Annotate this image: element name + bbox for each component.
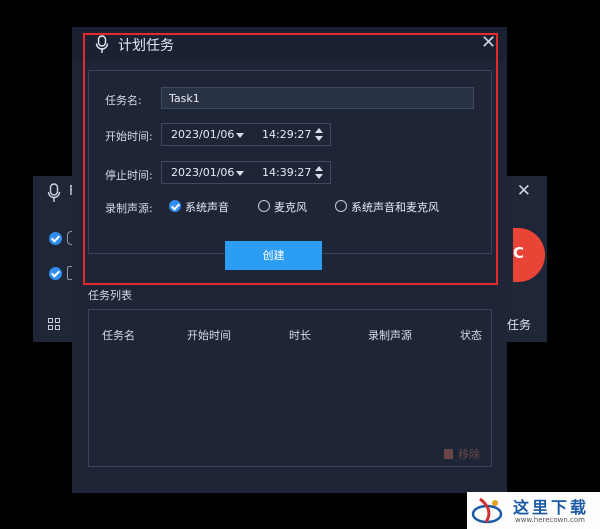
audio-source-label: 录制声源: xyxy=(105,202,153,215)
start-date-value[interactable]: 2023/01/06 xyxy=(171,128,234,141)
chevron-down-icon[interactable] xyxy=(236,171,244,176)
watermark-title: 这里下载 xyxy=(513,498,590,517)
tasks-link[interactable]: 任务 xyxy=(507,316,531,333)
close-icon[interactable]: ✕ xyxy=(481,32,497,54)
site-watermark: 这里下载 www.herecown.com xyxy=(467,492,600,529)
stop-time-value[interactable]: 14:39:27 xyxy=(262,166,311,179)
radio-unchecked-icon[interactable] xyxy=(258,200,270,212)
checkbox-checked[interactable] xyxy=(49,267,62,280)
chevron-down-icon[interactable] xyxy=(236,133,244,138)
column-header-status[interactable]: 状态 xyxy=(460,327,482,343)
dialog-title: 计划任务 xyxy=(118,38,174,54)
task-name-label: 任务名: xyxy=(105,94,142,107)
column-header-audio-source[interactable]: 录制声源 xyxy=(368,327,412,343)
record-button[interactable]: C xyxy=(513,228,545,282)
stop-date-value[interactable]: 2023/01/06 xyxy=(171,166,234,179)
watermark-url: www.herecown.com xyxy=(515,516,585,524)
column-header-start-time[interactable]: 开始时间 xyxy=(187,327,231,343)
radio-unchecked-icon[interactable] xyxy=(335,200,347,212)
dialog-header: 计划任务 ✕ xyxy=(72,27,507,61)
task-name-input[interactable] xyxy=(161,87,474,109)
task-list-table: 任务名 开始时间 时长 录制声源 状态 移除 xyxy=(88,309,492,467)
grid-icon[interactable] xyxy=(48,318,61,331)
microphone-icon xyxy=(95,35,109,53)
column-header-duration[interactable]: 时长 xyxy=(289,327,311,343)
trash-icon xyxy=(444,449,453,459)
start-datetime-picker[interactable]: 2023/01/06 14:29:27 xyxy=(161,123,331,146)
start-time-value[interactable]: 14:29:27 xyxy=(262,128,311,141)
task-list-title: 任务列表 xyxy=(88,289,132,302)
remove-button[interactable]: 移除 xyxy=(444,446,480,462)
time-spinner-icon[interactable] xyxy=(315,166,323,180)
stop-time-label: 停止时间: xyxy=(105,169,153,182)
create-button[interactable]: 创建 xyxy=(225,241,322,270)
schedule-task-dialog: 计划任务 ✕ 任务名: 开始时间: 2023/01/06 14:29:27 停止… xyxy=(72,27,507,493)
background-close-icon[interactable]: ✕ xyxy=(517,181,531,201)
column-header-task-name[interactable]: 任务名 xyxy=(102,327,135,343)
site-logo-icon xyxy=(471,497,503,524)
stop-datetime-picker[interactable]: 2023/01/06 14:39:27 xyxy=(161,161,331,184)
time-spinner-icon[interactable] xyxy=(315,128,323,142)
start-time-label: 开始时间: xyxy=(105,130,153,143)
checkbox-checked[interactable] xyxy=(49,232,62,245)
microphone-icon xyxy=(47,183,61,202)
radio-checked-icon[interactable] xyxy=(169,200,181,212)
